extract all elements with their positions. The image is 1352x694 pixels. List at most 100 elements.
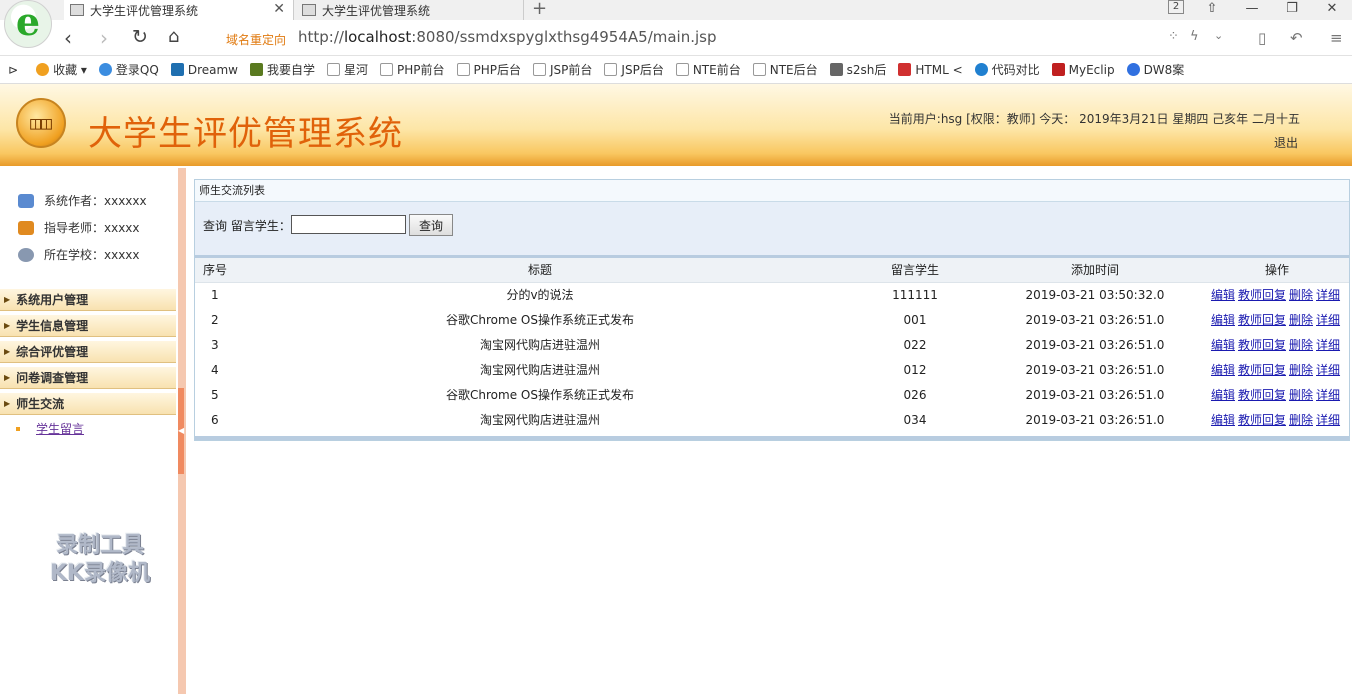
teacher-reply-link[interactable]: 教师回复 — [1238, 288, 1286, 302]
browser-logo[interactable]: e — [4, 0, 52, 48]
lightning-icon[interactable]: ϟ — [1190, 29, 1199, 44]
detail-link[interactable]: 详细 — [1316, 363, 1340, 377]
bookmark-item[interactable]: NTE前台 — [675, 61, 741, 78]
undo-icon[interactable]: ↶ — [1290, 29, 1303, 47]
cell-title: 淘宝网代购店进驻温州 — [479, 363, 600, 377]
url-host: localhost — [343, 28, 412, 46]
cell-student: 012 — [903, 362, 927, 377]
image-icon — [829, 63, 843, 76]
delete-link[interactable]: 删除 — [1289, 363, 1313, 377]
reload-icon[interactable]: ↻ — [132, 26, 148, 48]
restore-icon[interactable]: ❐ — [1272, 0, 1312, 20]
bookmark-label: 代码对比 — [991, 63, 1040, 77]
menu-system-users[interactable]: ▶ 系统用户管理 — [0, 289, 176, 311]
new-tab-icon[interactable]: + — [532, 0, 547, 19]
column-header-title: 标题 — [235, 258, 845, 283]
cell-time: 2019-03-21 03:50:32.0 — [1025, 287, 1165, 302]
sidebar-toggle-icon[interactable]: ⊳ — [8, 63, 18, 77]
detail-link[interactable]: 详细 — [1316, 288, 1340, 302]
page-icon — [533, 63, 547, 76]
submenu-student-messages[interactable]: 学生留言 — [16, 420, 84, 437]
delete-link[interactable]: 删除 — [1289, 413, 1313, 427]
bookmark-item[interactable]: DW8案 — [1126, 61, 1184, 78]
cell-time: 2019-03-21 03:26:51.0 — [1025, 412, 1165, 427]
edit-link[interactable]: 编辑 — [1211, 413, 1235, 427]
bookmark-item[interactable]: 登录QQ — [98, 61, 159, 78]
table-row: 2 谷歌Chrome OS操作系统正式发布 001 2019-03-21 03:… — [195, 307, 1349, 332]
bookmark-item[interactable]: 我要自学 — [249, 61, 315, 78]
forward-icon[interactable]: › — [100, 26, 108, 50]
tab-count-badge[interactable]: 2 — [1168, 0, 1184, 14]
search-area: 查询 留言学生： 查询 — [195, 202, 1349, 258]
browser-tab-inactive[interactable]: 大学生评优管理系统 — [296, 0, 524, 20]
delete-link[interactable]: 删除 — [1289, 313, 1313, 327]
bookmark-icon[interactable]: ▯ — [1258, 29, 1266, 47]
teacher-reply-link[interactable]: 教师回复 — [1238, 338, 1286, 352]
menu-label: 综合评优管理 — [16, 345, 89, 359]
bookmark-item[interactable]: HTML < — [898, 63, 963, 77]
column-header-time: 添加时间 — [985, 258, 1205, 283]
bookmark-item[interactable]: JSP后台 — [604, 61, 664, 78]
pin-icon[interactable]: ⇧ — [1192, 0, 1232, 20]
close-window-icon[interactable]: ✕ — [1312, 0, 1352, 20]
advisor-info: 指导老师：xxxxx — [18, 219, 140, 236]
menu-evaluation[interactable]: ▶ 综合评优管理 — [0, 341, 176, 363]
detail-link[interactable]: 详细 — [1316, 413, 1340, 427]
bookmark-item[interactable]: 星河 — [327, 61, 368, 78]
edit-link[interactable]: 编辑 — [1211, 388, 1235, 402]
bookmark-label: JSP后台 — [621, 63, 664, 77]
cell-time: 2019-03-21 03:26:51.0 — [1025, 312, 1165, 327]
menu-student-info[interactable]: ▶ 学生信息管理 — [0, 315, 176, 337]
bookmarks-bar: ⊳ 收藏 ▾ 登录QQ Dreamw 我要自学 星河 PHP前台 PHP后台 J… — [0, 56, 1352, 84]
sidebar-collapse-handle[interactable]: ◀ — [178, 388, 184, 474]
detail-link[interactable]: 详细 — [1316, 388, 1340, 402]
bookmark-label: s2sh后 — [846, 63, 887, 77]
url-field[interactable]: http://localhost:8080/ssmdxspyglxthsg495… — [298, 28, 717, 46]
browser-tab-active[interactable]: 大学生评优管理系统 ✕ — [64, 0, 294, 20]
grid-icon[interactable]: ⁘ — [1168, 29, 1179, 44]
home-icon[interactable]: ⌂ — [168, 26, 179, 47]
menu-survey[interactable]: ▶ 问卷调查管理 — [0, 367, 176, 389]
cell-student: 111111 — [892, 287, 938, 302]
logout-link[interactable]: 退出 — [1274, 134, 1298, 151]
teacher-reply-link[interactable]: 教师回复 — [1238, 313, 1286, 327]
teacher-reply-link[interactable]: 教师回复 — [1238, 388, 1286, 402]
teacher-reply-link[interactable]: 教师回复 — [1238, 413, 1286, 427]
minimize-icon[interactable]: — — [1232, 0, 1272, 20]
bookmark-item[interactable]: Dreamw — [170, 63, 238, 77]
edit-link[interactable]: 编辑 — [1211, 338, 1235, 352]
detail-link[interactable]: 详细 — [1316, 338, 1340, 352]
bookmark-item[interactable]: NTE后台 — [752, 61, 818, 78]
back-icon[interactable]: ‹ — [64, 26, 72, 50]
chevron-down-icon[interactable]: ⌄ — [1214, 29, 1223, 42]
page-icon — [380, 63, 394, 76]
menu-icon[interactable]: ≡ — [1330, 29, 1343, 47]
html5-icon — [898, 63, 912, 76]
delete-link[interactable]: 删除 — [1289, 388, 1313, 402]
teacher-reply-link[interactable]: 教师回复 — [1238, 363, 1286, 377]
cell-title: 淘宝网代购店进驻温州 — [479, 413, 600, 427]
bookmark-item[interactable]: JSP前台 — [533, 61, 592, 78]
edit-link[interactable]: 编辑 — [1211, 288, 1235, 302]
bookmark-item[interactable]: PHP后台 — [456, 61, 522, 78]
table-row: 3 淘宝网代购店进驻温州 022 2019-03-21 03:26:51.0 编… — [195, 332, 1349, 357]
bookmark-item[interactable]: 收藏 ▾ — [36, 61, 87, 78]
bookmark-item[interactable]: 代码对比 — [974, 61, 1040, 78]
search-button[interactable]: 查询 — [409, 214, 453, 236]
bookmark-item[interactable]: MyEclip — [1051, 63, 1115, 77]
tab-close-icon[interactable]: ✕ — [273, 1, 285, 17]
menu-communication[interactable]: ▶ 师生交流 — [0, 393, 176, 415]
edit-link[interactable]: 编辑 — [1211, 313, 1235, 327]
delete-link[interactable]: 删除 — [1289, 338, 1313, 352]
dreamweaver-icon — [170, 63, 184, 76]
bookmark-item[interactable]: PHP前台 — [380, 61, 445, 78]
school-info: 所在学校：xxxxx — [18, 246, 140, 263]
browser-tab-bar: e 大学生评优管理系统 ✕ 大学生评优管理系统 + 2 ⇧ — ❐ ✕ — [0, 0, 1352, 48]
edit-link[interactable]: 编辑 — [1211, 363, 1235, 377]
delete-link[interactable]: 删除 — [1289, 288, 1313, 302]
bookmark-label: PHP后台 — [473, 63, 522, 77]
bookmark-item[interactable]: s2sh后 — [829, 61, 887, 78]
detail-link[interactable]: 详细 — [1316, 313, 1340, 327]
myeclipse-icon — [1051, 63, 1065, 76]
student-search-input[interactable] — [291, 215, 406, 234]
